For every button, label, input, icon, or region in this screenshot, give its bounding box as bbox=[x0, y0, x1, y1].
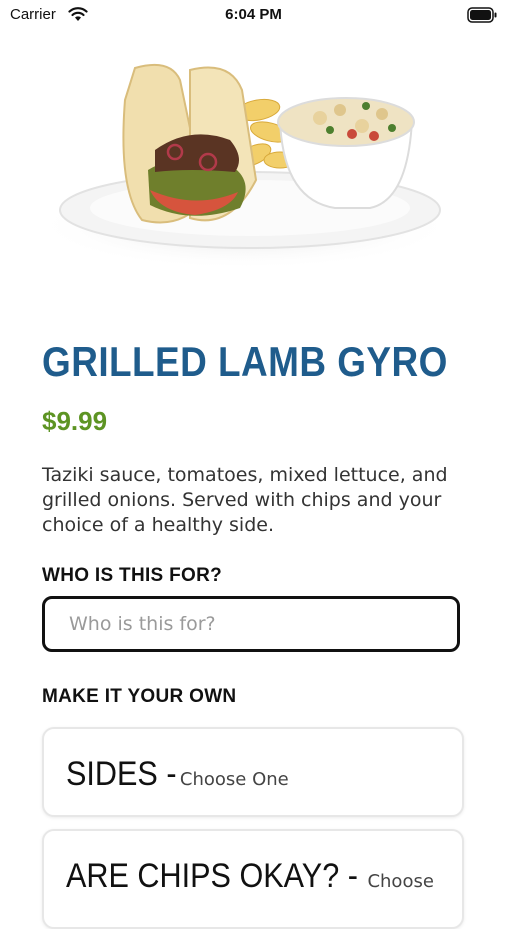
who-is-this-for-input[interactable] bbox=[42, 596, 460, 652]
status-time: 6:04 PM bbox=[225, 6, 282, 23]
product-description: Taziki sauce, tomatoes, mixed lettuce, a… bbox=[42, 464, 448, 536]
sides-option-heading: SIDES - bbox=[66, 755, 177, 793]
chips-option-subtitle: Choose bbox=[367, 871, 434, 892]
who-is-this-for-label: WHO IS THIS FOR? bbox=[42, 565, 223, 586]
battery-icon bbox=[467, 7, 497, 23]
sides-option-subtitle: Choose One bbox=[179, 769, 289, 790]
product-title: GRILLED LAMB GYRO bbox=[42, 338, 448, 385]
sides-option-card[interactable]: SIDES - Choose One bbox=[42, 727, 464, 817]
gyro-hero-image bbox=[35, 64, 455, 270]
chips-option-heading: ARE CHIPS OKAY? - bbox=[66, 857, 358, 895]
product-price: $9.99 bbox=[42, 406, 108, 436]
status-bar: Carrier 6:04 PM bbox=[0, 0, 507, 30]
chips-option-card[interactable]: ARE CHIPS OKAY? - Choose bbox=[42, 829, 464, 929]
make-it-your-own-label: MAKE IT YOUR OWN bbox=[42, 686, 237, 707]
